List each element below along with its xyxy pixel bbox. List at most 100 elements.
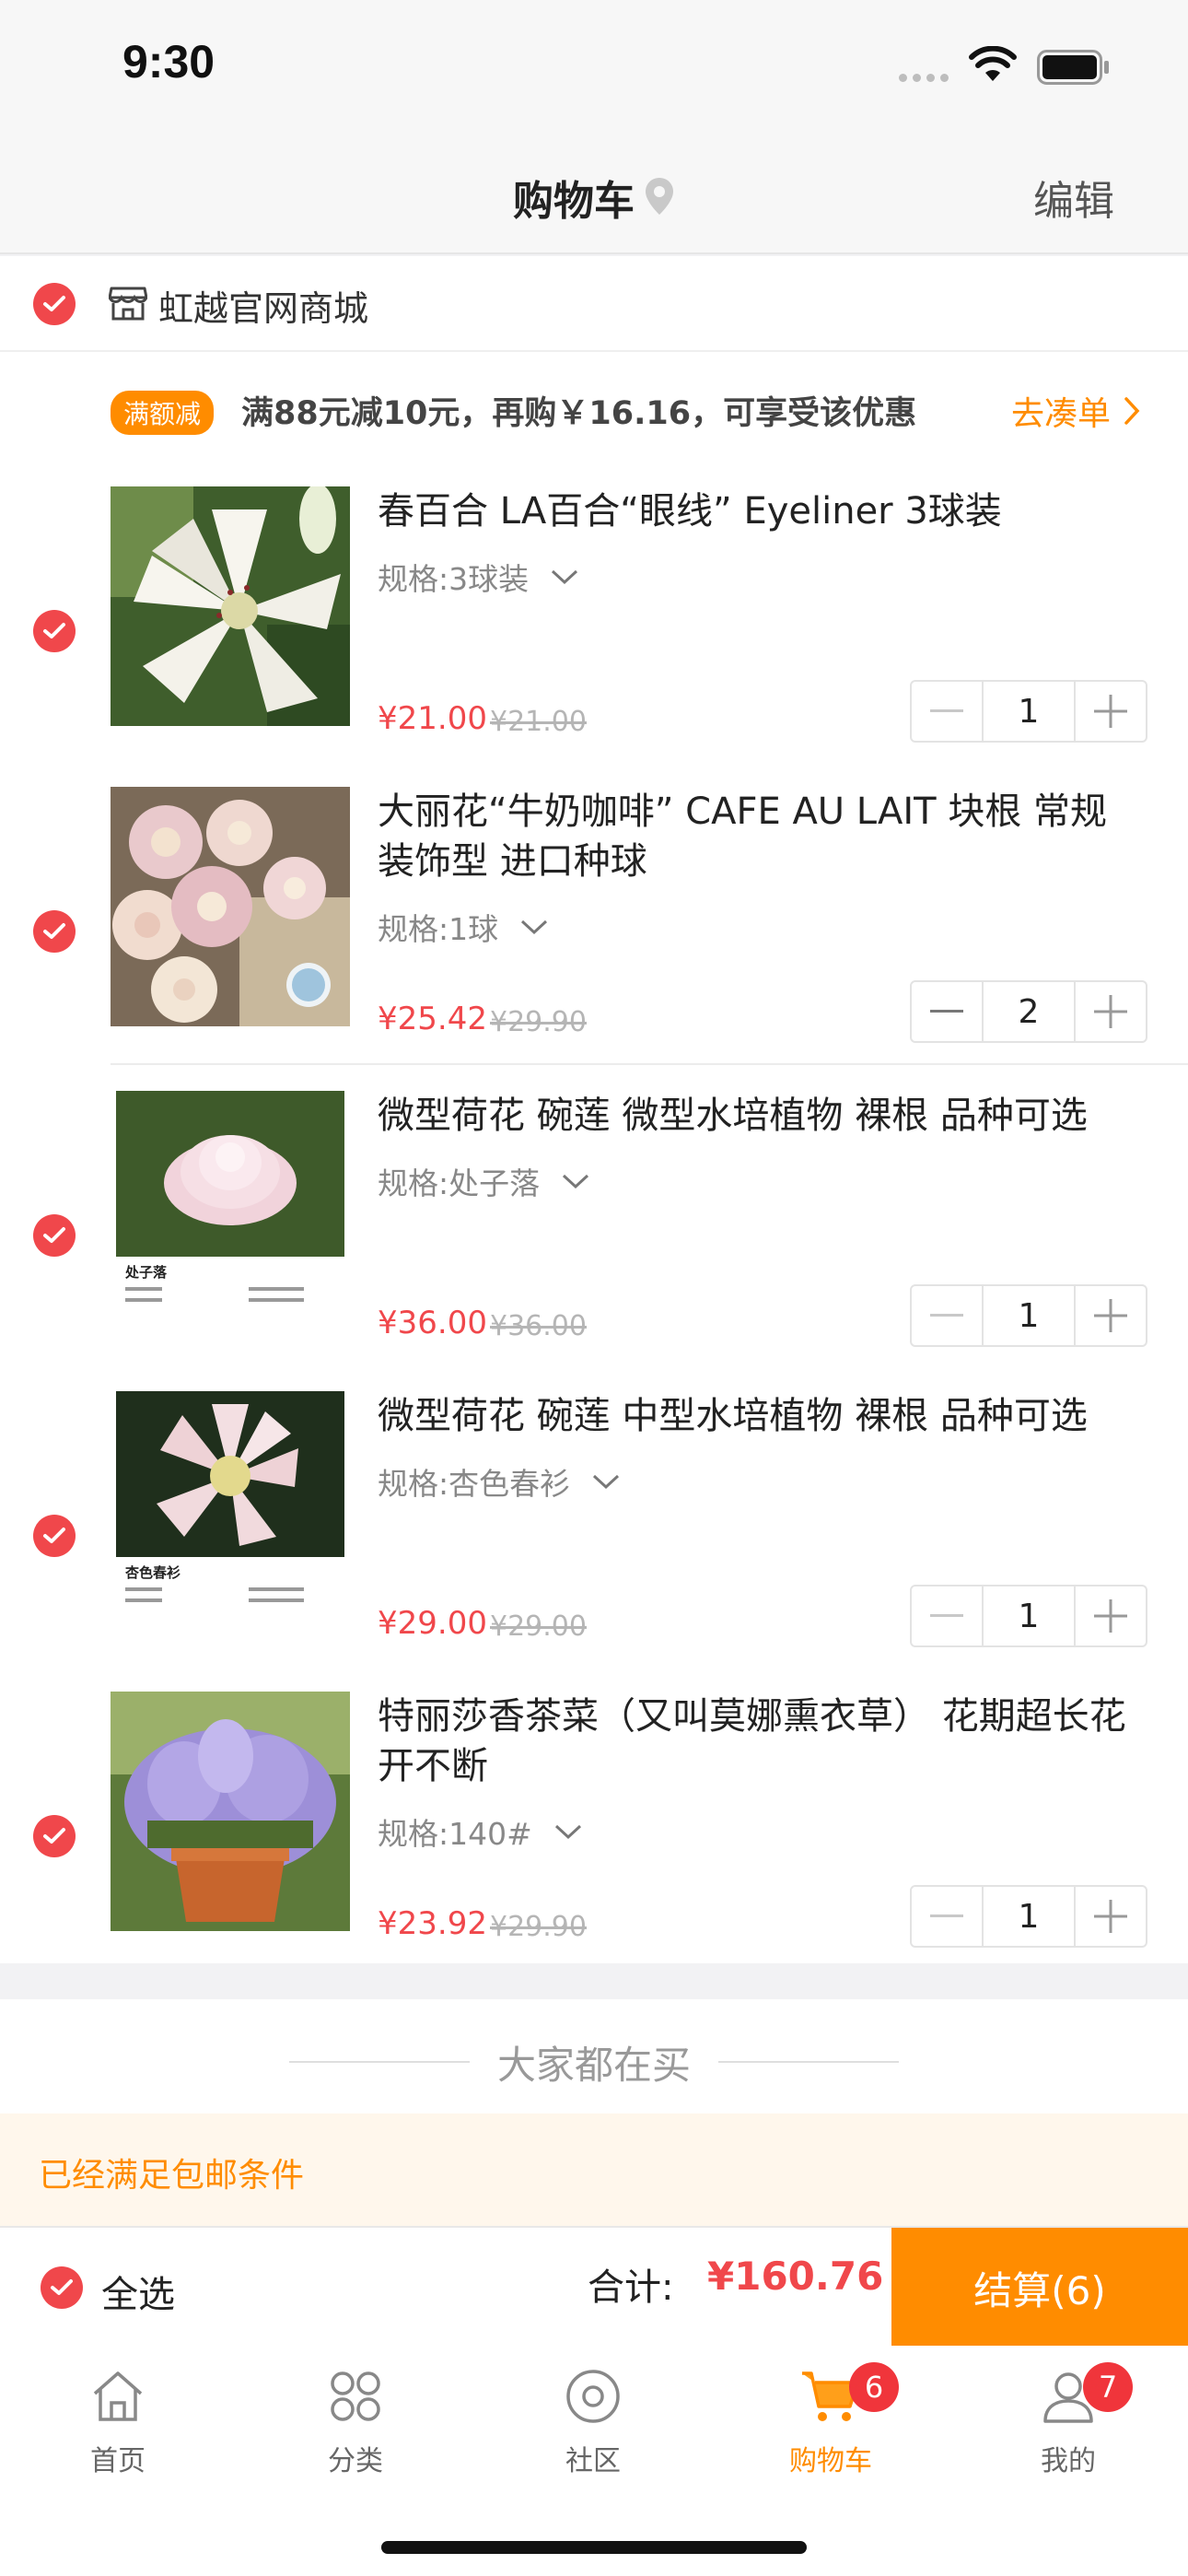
page-title: 购物车: [513, 178, 635, 225]
status-time: 9:30: [122, 36, 215, 88]
spec-selector[interactable]: 规格:处子落: [378, 1159, 590, 1203]
edit-button[interactable]: 编辑: [1033, 168, 1114, 227]
product-image[interactable]: [111, 486, 350, 726]
item-checkbox[interactable]: [33, 1815, 76, 1857]
original-price: ¥29.00: [490, 1610, 587, 1643]
checkout-bar: 全选 合计: ¥160.76 结算(6): [0, 2226, 1188, 2348]
quantity-value[interactable]: 1: [982, 1887, 1076, 1946]
spec-selector[interactable]: 规格:杏色春衫: [378, 1459, 621, 1504]
shop-icon: [109, 287, 147, 321]
original-price: ¥29.90: [490, 1911, 587, 1943]
product-image[interactable]: [111, 1692, 350, 1931]
quantity-stepper: 1: [910, 1284, 1147, 1347]
tab-label: 购物车: [789, 2445, 872, 2477]
plus-icon: [1094, 695, 1127, 728]
minus-icon: [930, 1314, 963, 1317]
checkmark-icon: [43, 923, 65, 939]
tab-label: 我的: [1041, 2445, 1096, 2477]
caption-detail-lines: [125, 1587, 304, 1602]
original-price: ¥36.00: [490, 1310, 587, 1342]
item-checkbox[interactable]: [33, 1515, 76, 1557]
decrement-button[interactable]: [912, 1286, 982, 1345]
decrement-button[interactable]: [912, 1887, 982, 1946]
spec-selector[interactable]: 规格:140#: [378, 1809, 582, 1854]
checkout-button[interactable]: 结算(6): [891, 2228, 1188, 2348]
tab-community[interactable]: 社区: [519, 2368, 667, 2478]
cart-item: 杏色春衫 微型荷花 碗莲 中型水培植物 裸根 品种可选 规格:杏色春衫 ¥29.…: [0, 1391, 1188, 1692]
quantity-value[interactable]: 1: [982, 682, 1076, 741]
decrement-button[interactable]: [912, 1587, 982, 1645]
chevron-down-icon: [552, 569, 578, 585]
checkmark-icon: [43, 1528, 65, 1543]
divider: [111, 1063, 1188, 1065]
spec-selector[interactable]: 规格:3球装: [378, 555, 579, 599]
tab-home[interactable]: 首页: [44, 2368, 192, 2478]
item-checkbox[interactable]: [33, 910, 76, 953]
category-icon: [331, 2371, 380, 2421]
chevron-down-icon: [563, 1174, 589, 1189]
product-title[interactable]: 大丽花“牛奶咖啡” CAFE AU LAIT 块根 常规装饰型 进口种球: [378, 787, 1142, 886]
community-icon: [566, 2370, 620, 2423]
cart-item: 大丽花“牛奶咖啡” CAFE AU LAIT 块根 常规装饰型 进口种球 规格:…: [0, 787, 1188, 1087]
signal-icon: [899, 74, 949, 82]
home-icon: [93, 2371, 143, 2421]
product-title[interactable]: 特丽莎香茶菜（又叫莫娜熏衣草） 花期超长花开不断: [378, 1692, 1142, 1791]
item-checkbox[interactable]: [33, 610, 76, 652]
product-image[interactable]: [111, 787, 350, 1026]
quantity-value[interactable]: 2: [982, 982, 1076, 1041]
battery-icon: [1037, 50, 1109, 85]
spec-selector[interactable]: 规格:1球: [378, 905, 549, 949]
checkmark-icon: [43, 1227, 65, 1243]
quantity-value[interactable]: 1: [982, 1286, 1076, 1345]
product-title[interactable]: 微型荷花 碗莲 中型水培植物 裸根 品种可选: [378, 1391, 1142, 1441]
free-shipping-text: 已经满足包邮条件: [39, 2157, 305, 2195]
caption-detail-lines: [125, 1287, 304, 1302]
decrement-button[interactable]: [912, 682, 982, 741]
plus-icon: [1094, 1599, 1127, 1633]
quantity-stepper: 1: [910, 1885, 1147, 1948]
tab-profile[interactable]: 7 我的: [995, 2362, 1142, 2478]
home-indicator: [381, 2541, 807, 2554]
cart-badge: 6: [849, 2362, 899, 2412]
spec-label: 规格:3球装: [378, 561, 530, 597]
product-image[interactable]: 杏色春衫: [111, 1391, 350, 1631]
minus-icon: [930, 1614, 963, 1617]
tab-category[interactable]: 分类: [282, 2368, 429, 2478]
price: ¥36.00: [378, 1305, 487, 1341]
spec-label: 规格:1球: [378, 911, 499, 947]
tab-cart[interactable]: 6 购物车: [757, 2362, 904, 2478]
increment-button[interactable]: [1076, 1887, 1146, 1946]
location-icon: [646, 178, 673, 215]
tab-label: 首页: [90, 2445, 146, 2477]
add-items-link[interactable]: 去凑单: [1011, 387, 1140, 435]
increment-button[interactable]: [1076, 982, 1146, 1041]
select-all-label[interactable]: 全选: [101, 2265, 175, 2318]
store-row[interactable]: 虹越官网商城: [0, 256, 1188, 352]
cart-content: 虹越官网商城 满额减 满88元减10元，再购￥16.16，可享受该优惠 去凑单: [0, 256, 1188, 1996]
wifi-icon: [969, 46, 1017, 81]
quantity-value[interactable]: 1: [982, 1587, 1076, 1645]
select-all-checkbox[interactable]: [41, 2266, 83, 2309]
chevron-down-icon: [521, 919, 548, 935]
increment-button[interactable]: [1076, 1587, 1146, 1645]
product-title[interactable]: 春百合 LA百合“眼线” Eyeliner 3球装: [378, 486, 1142, 536]
quantity-stepper: 2: [910, 980, 1147, 1043]
increment-button[interactable]: [1076, 1286, 1146, 1345]
section-gap: [0, 1963, 1188, 1996]
product-title[interactable]: 微型荷花 碗莲 微型水培植物 裸根 品种可选: [378, 1091, 1142, 1141]
checkmark-icon: [43, 1828, 65, 1844]
product-image[interactable]: 处子落: [111, 1091, 350, 1330]
price: ¥25.42: [378, 1001, 487, 1037]
free-shipping-banner: 已经满足包邮条件: [0, 2113, 1188, 2226]
item-checkbox[interactable]: [33, 1214, 76, 1257]
spec-label: 规格:140#: [378, 1816, 532, 1852]
profile-badge: 7: [1083, 2362, 1133, 2412]
increment-button[interactable]: [1076, 682, 1146, 741]
nav-bar: 购物车 编辑: [0, 129, 1188, 254]
image-caption: 杏色春衫: [125, 1564, 181, 1581]
quantity-stepper: 1: [910, 1585, 1147, 1647]
store-name[interactable]: 虹越官网商城: [158, 280, 368, 331]
store-checkbox[interactable]: [33, 283, 76, 325]
price: ¥23.92: [378, 1905, 487, 1942]
decrement-button[interactable]: [912, 982, 982, 1041]
